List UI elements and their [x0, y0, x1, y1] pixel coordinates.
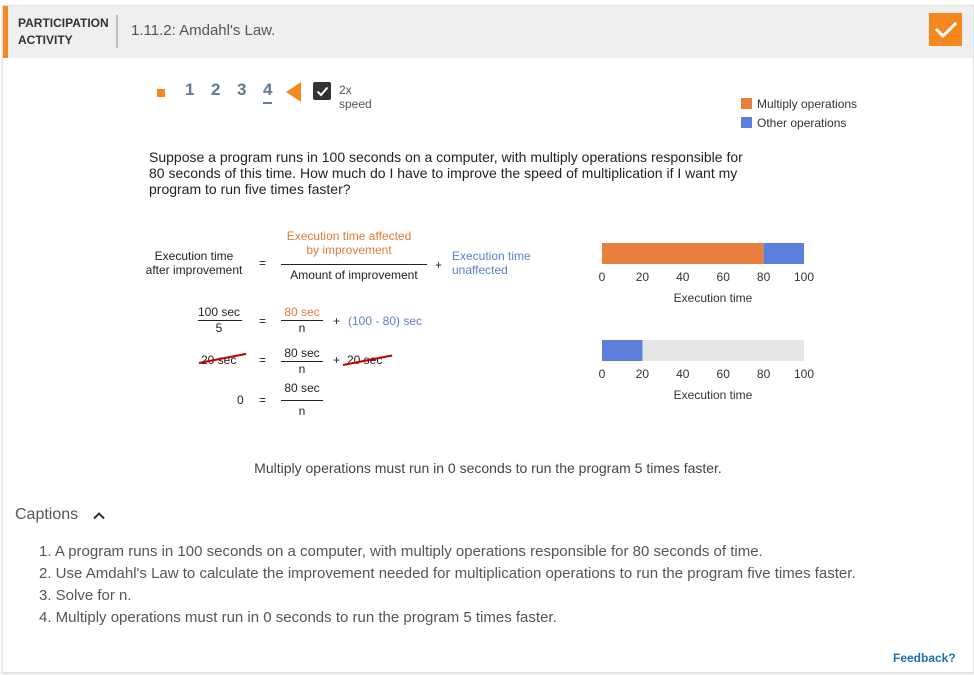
chart-2-tick-label: 100: [794, 367, 814, 381]
activity-type-line1: PARTICIPATION: [18, 16, 109, 30]
chart-2-bar-other-operations: [602, 340, 643, 361]
legend-label-other: Other operations: [757, 116, 847, 130]
lhs-label: Execution time after improvement: [145, 249, 243, 277]
equals-sign: =: [259, 256, 267, 270]
row2-plus: +: [333, 314, 341, 328]
activity-type-line2: ACTIVITY: [18, 33, 73, 47]
participation-activity: PARTICIPATION ACTIVITY 1.11.2: Amdahl's …: [2, 5, 974, 673]
header-divider: [116, 15, 118, 48]
speed-label: 2x speed: [339, 83, 372, 111]
affected-label: Execution time affected by improvement: [277, 229, 421, 257]
chart-1-tick-label: 80: [757, 270, 771, 284]
row4-lhs: 0: [237, 393, 244, 407]
checkmark-icon: [934, 21, 957, 38]
chart-2-tick-label: 40: [676, 367, 690, 381]
chart-2-xlabel: Execution time: [674, 388, 753, 402]
unaffected-label: Execution time unaffected: [452, 249, 531, 277]
row2-denominator: 5: [215, 321, 223, 335]
chart-2-tick-label: 20: [636, 367, 650, 381]
lhs-label-line2: after improvement: [145, 263, 243, 277]
step-1-button[interactable]: 1: [185, 80, 194, 100]
activity-type-label: PARTICIPATION ACTIVITY: [18, 15, 109, 49]
affected-label-line1: Execution time affected: [286, 229, 412, 243]
chart-1-tick-label: 100: [794, 270, 814, 284]
legend-swatch-other: [741, 117, 752, 128]
row4-n: n: [298, 404, 306, 418]
amount-label: Amount of improvement: [290, 268, 418, 282]
play-back-icon[interactable]: [286, 82, 301, 102]
row2-unaffected: (100 - 80) sec: [348, 314, 423, 328]
row2-affected: 80 sec: [284, 305, 320, 319]
caption-item: 1. A program runs in 100 seconds on a co…: [39, 543, 763, 560]
row4-equals: =: [259, 393, 267, 407]
chart-1-bar-track: [602, 243, 804, 264]
caption-item: 4. Multiply operations must run in 0 sec…: [39, 609, 557, 626]
feedback-link[interactable]: Feedback?: [893, 651, 956, 665]
step-4-button[interactable]: 4: [263, 80, 273, 104]
row3-n: n: [298, 362, 306, 376]
start-marker-icon: [157, 89, 165, 97]
row4-fraction-bar: [281, 400, 323, 401]
chevron-up-icon[interactable]: [92, 511, 106, 520]
plus-sign: +: [435, 258, 443, 272]
activity-title: 1.11.2: Amdahl's Law.: [131, 22, 276, 39]
affected-label-line2: by improvement: [306, 243, 392, 257]
result-text: Multiply operations must run in 0 second…: [254, 460, 722, 476]
captions-list: 1. A program runs in 100 seconds on a co…: [39, 541, 856, 629]
unaffected-label-line2: unaffected: [452, 263, 508, 277]
row3-equals: =: [259, 353, 267, 367]
chart-2-tick-label: 60: [717, 367, 731, 381]
row2-equals: =: [259, 314, 267, 328]
step-2-button[interactable]: 2: [211, 80, 220, 100]
problem-statement: Suppose a program runs in 100 seconds on…: [149, 149, 743, 197]
lhs-label-line1: Execution time: [154, 249, 234, 263]
speed-checkbox[interactable]: [313, 82, 331, 100]
completion-badge: [929, 13, 962, 46]
row4-numerator: 80 sec: [284, 381, 320, 395]
chart-1-tick-label: 20: [636, 270, 650, 284]
caption-item: 2. Use Amdahl's Law to calculate the imp…: [39, 565, 856, 582]
chart-1-tick-label: 0: [599, 270, 606, 284]
row3-numerator: 80 sec: [284, 346, 320, 360]
unaffected-label-line1: Execution time: [452, 249, 531, 263]
chart-1-bar-multiply-operations: [602, 243, 764, 264]
header-accent-bar: [3, 6, 8, 58]
captions-toggle[interactable]: Captions: [15, 506, 78, 524]
chart-1-xlabel: Execution time: [674, 291, 753, 305]
chart-1-tick-label: 60: [717, 270, 731, 284]
fraction-bar: [281, 264, 427, 265]
legend-swatch-multiply: [741, 98, 752, 109]
chart-2-tick-label: 80: [757, 367, 771, 381]
row3-plus: +: [333, 353, 341, 367]
row2-n: n: [298, 321, 306, 335]
row2-numerator: 100 sec: [197, 305, 241, 319]
chart-2-bar-track: [602, 340, 804, 361]
activity-header: PARTICIPATION ACTIVITY 1.11.2: Amdahl's …: [3, 6, 973, 58]
checkbox-check-icon: [316, 86, 328, 96]
legend-label-multiply: Multiply operations: [757, 97, 858, 111]
chart-1-tick-label: 40: [676, 270, 690, 284]
step-3-button[interactable]: 3: [237, 80, 246, 100]
chart-1-bar-other-operations: [763, 243, 804, 264]
chart-2-tick-label: 0: [599, 367, 606, 381]
caption-item: 3. Solve for n.: [39, 587, 132, 604]
